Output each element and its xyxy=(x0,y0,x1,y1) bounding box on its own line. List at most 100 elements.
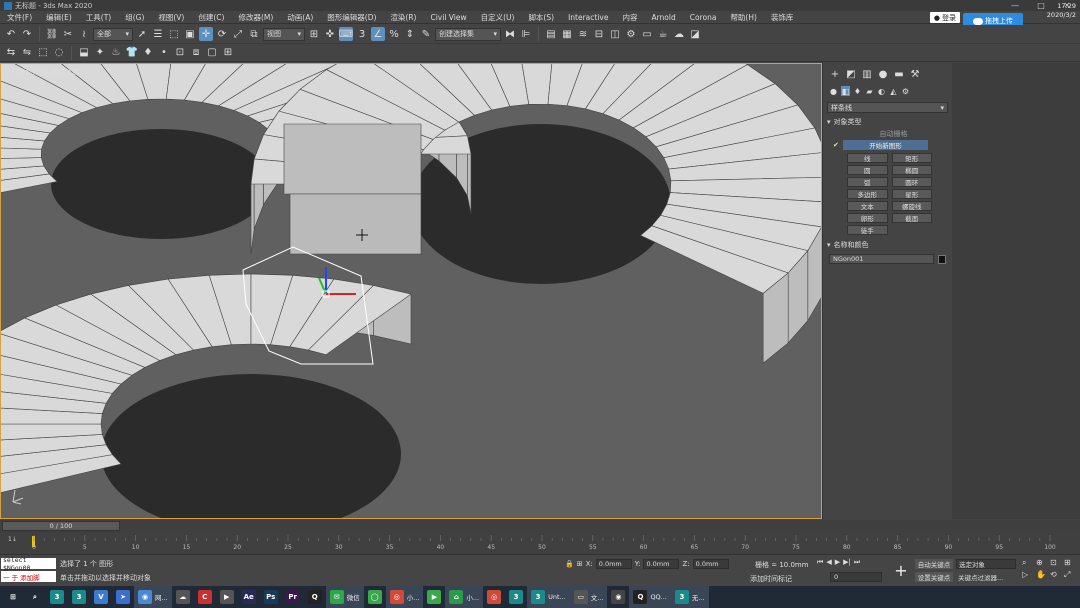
taskbar-item[interactable]: C xyxy=(194,586,216,608)
time-slider[interactable]: 0 / 100 xyxy=(0,520,1080,532)
maxscript-output[interactable]: 一 于 添加脚 xyxy=(1,571,56,582)
rect-region-icon[interactable]: ⬚ xyxy=(167,27,181,41)
ref-coord-select[interactable]: 视图 ▾ xyxy=(263,27,305,41)
menu-edit[interactable]: 编辑(E) xyxy=(39,12,79,23)
curve-editor-icon[interactable]: ≋ xyxy=(576,27,590,41)
key-filters-button[interactable]: 关键点过滤器... xyxy=(958,572,1003,582)
set-key-button[interactable]: 设置关键点 xyxy=(915,572,953,582)
object-paint-icon[interactable]: ✦ xyxy=(93,46,107,60)
y-coordinate-field[interactable]: 0.0mm xyxy=(643,559,680,569)
current-frame-field[interactable]: 0 xyxy=(830,572,882,582)
auto-key-button[interactable]: 自动关键点 xyxy=(915,559,953,569)
redo-icon[interactable]: ↷ xyxy=(20,27,34,41)
window-crossing-icon[interactable]: ▣ xyxy=(183,27,197,41)
add-time-tag[interactable]: 添加时间标记 xyxy=(750,574,792,584)
select-manipulate-icon[interactable]: ✜ xyxy=(323,27,337,41)
cameras-icon[interactable]: ▰ xyxy=(865,86,874,96)
tshirt-icon[interactable]: 👕 xyxy=(125,46,139,60)
modify-icon[interactable]: ◩ xyxy=(845,68,857,80)
material-editor-icon[interactable]: ◫ xyxy=(608,27,622,41)
lock-icon[interactable]: ⊡ xyxy=(173,46,187,60)
display-icon[interactable]: ▬ xyxy=(893,68,905,80)
scale-icon[interactable]: ⤢ xyxy=(231,27,245,41)
orbit-icon[interactable]: ⟲ xyxy=(1050,570,1064,580)
taskbar-item[interactable]: 3 xyxy=(68,586,90,608)
layer-icon[interactable]: ▤ xyxy=(544,27,558,41)
checkmark-icon[interactable]: ✔ xyxy=(833,141,839,149)
align-icon[interactable]: ⊫ xyxy=(519,27,533,41)
field-of-view-icon[interactable]: ▷ xyxy=(1022,570,1036,580)
shape-text-button[interactable]: 文本 xyxy=(847,201,888,211)
spinner-snap-icon[interactable]: ⇕ xyxy=(403,27,417,41)
zoom-icon[interactable]: ⌕ xyxy=(1022,558,1036,568)
toggle-ribbon-icon[interactable]: ▦ xyxy=(560,27,574,41)
spacewarps-icon[interactable]: ◭ xyxy=(889,86,898,96)
taskbar-item[interactable]: Q QQ... xyxy=(629,586,671,608)
shape-section-button[interactable]: 截面 xyxy=(891,213,932,223)
select-icon[interactable]: ➚ xyxy=(135,27,149,41)
schematic-icon[interactable]: ⊟ xyxy=(592,27,606,41)
taskbar-item[interactable]: 3 Unt... xyxy=(527,586,570,608)
taskbar-item[interactable]: ◉ 网... xyxy=(134,586,172,608)
taskbar-item[interactable]: ⊞ xyxy=(2,586,24,608)
zoom-extents-icon[interactable]: ⊡ xyxy=(1050,558,1064,568)
time-slider-thumb[interactable]: 0 / 100 xyxy=(2,521,120,531)
select-by-name-icon[interactable]: ☰ xyxy=(151,27,165,41)
view-icon[interactable]: ⧈ xyxy=(189,46,203,60)
undo-icon[interactable]: ↶ xyxy=(4,27,18,41)
workspace-icon[interactable]: ⇋ xyxy=(20,46,34,60)
menu-civil-view[interactable]: Civil View xyxy=(423,13,473,22)
menu-graph-editors[interactable]: 图形编辑器(D) xyxy=(320,12,383,23)
scene-explorer-icon[interactable]: ⇆ xyxy=(4,46,18,60)
menu-modifiers[interactable]: 修改器(M) xyxy=(231,12,280,23)
shape-rectangle-button[interactable]: 矩形 xyxy=(891,153,932,163)
menu-customize[interactable]: 自定义(U) xyxy=(474,12,522,23)
shape-ellipse-button[interactable]: 椭圆 xyxy=(891,165,932,175)
lock-selection-icon[interactable]: 🔒 xyxy=(565,560,574,568)
create-icon[interactable]: + xyxy=(829,68,841,80)
name-color-rollout-header[interactable]: ▾ 名称和颜色 xyxy=(827,240,948,250)
go-to-end-icon[interactable]: ⏭ xyxy=(854,558,860,567)
selection-set-select[interactable]: 选定对象 xyxy=(956,559,1016,569)
edit-named-selection-icon[interactable]: ✎ xyxy=(419,27,433,41)
menu-group[interactable]: 组(G) xyxy=(118,12,151,23)
taskbar-item[interactable]: ➤ xyxy=(112,586,134,608)
menu-file[interactable]: 文件(F) xyxy=(0,12,39,23)
link-icon[interactable]: ⛓ xyxy=(45,27,59,41)
dot-icon[interactable]: • xyxy=(157,46,171,60)
maximize-viewport-icon[interactable]: ⤢ xyxy=(1064,570,1078,580)
previous-frame-icon[interactable]: ◀ xyxy=(826,558,831,567)
geometry-icon[interactable]: ● xyxy=(829,86,838,96)
taskbar-item[interactable]: ◯ xyxy=(364,586,386,608)
rotate-icon[interactable]: ⟳ xyxy=(215,27,229,41)
grid-icon[interactable]: ⊞ xyxy=(221,46,235,60)
shape-arc-button[interactable]: 弧 xyxy=(847,177,888,187)
menu-tools[interactable]: 工具(T) xyxy=(79,12,118,23)
menu-corona[interactable]: Corona xyxy=(683,13,724,22)
play-icon[interactable]: ▶ xyxy=(835,558,840,567)
shape-helix-button[interactable]: 螺旋线 xyxy=(891,201,932,211)
object-color-swatch[interactable] xyxy=(938,254,946,264)
track-bar[interactable]: 1↓ 0 5 10 15 20 25 30 35 40 45 50 55 60 65 70 75 80 85 90 9… xyxy=(0,532,1080,554)
login-button[interactable]: ● 登录 xyxy=(929,12,960,23)
taskbar-item[interactable]: V xyxy=(90,586,112,608)
menu-scripting[interactable]: 脚本(S) xyxy=(521,12,561,23)
move-icon[interactable]: ✛ xyxy=(199,27,213,41)
maxscript-listener[interactable]: select $NGon00 xyxy=(1,556,56,572)
start-new-shape-button[interactable]: 开始新图形 xyxy=(842,140,928,150)
selection-filter-select[interactable]: 全部 ▾ xyxy=(93,27,133,41)
menu-content[interactable]: 内容 xyxy=(615,12,644,23)
taskbar-item[interactable]: ▭ 文... xyxy=(569,586,608,608)
taskbar-item[interactable]: Ps xyxy=(260,586,282,608)
frame-icon[interactable]: ▢ xyxy=(205,46,219,60)
shape-circle-button[interactable]: 圆 xyxy=(847,165,888,175)
shape-donut-button[interactable]: 圆环 xyxy=(891,177,932,187)
motion-icon[interactable]: ● xyxy=(877,68,889,80)
unlink-icon[interactable]: ✂ xyxy=(61,27,75,41)
menu-decor-lib[interactable]: 装饰库 xyxy=(764,12,801,23)
taskbar-item[interactable]: Ae xyxy=(238,586,260,608)
systems-icon[interactable]: ⚙ xyxy=(901,86,910,96)
percent-snap-icon[interactable]: % xyxy=(387,27,401,41)
absolute-mode-icon[interactable]: ⊞ xyxy=(577,560,583,568)
shape-ngon-button[interactable]: 多边形 xyxy=(847,189,888,199)
